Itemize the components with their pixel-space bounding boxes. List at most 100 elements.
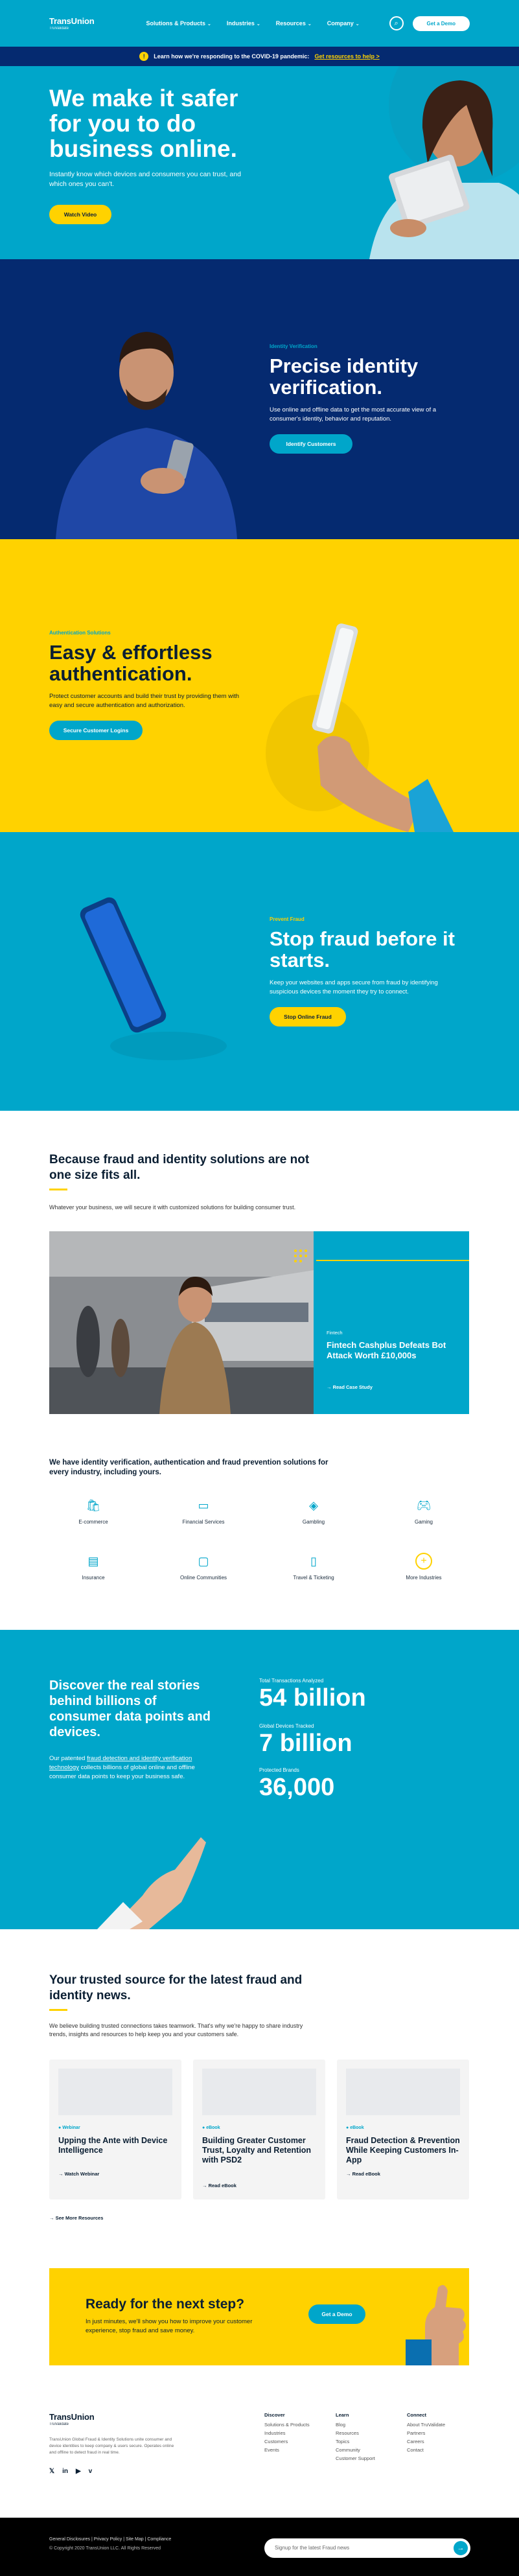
auth-description: Protect customer accounts and build thei… (49, 693, 240, 709)
covid-resources-link[interactable]: Get resources to help > (314, 53, 379, 60)
footer-link[interactable]: Careers (407, 2437, 445, 2446)
arrow-right-icon[interactable]: → (454, 2541, 468, 2555)
vimeo-icon[interactable]: v (89, 2468, 93, 2475)
case-title: Fintech Cashplus Defeats Bot Attack Wort… (327, 1340, 446, 1360)
footer-link[interactable]: About TruValidate (407, 2420, 445, 2429)
industry-more[interactable]: + More Industries (385, 1553, 463, 1581)
nav-industries[interactable]: Industries ⌄ (227, 20, 260, 27)
luggage-icon: ▯ (310, 1554, 317, 1568)
industry-travel[interactable]: ▯ Travel & Ticketing (275, 1553, 352, 1581)
news-tag: ● eBook (346, 2126, 364, 2130)
auth-title: Easy & effortless authentication. (49, 641, 213, 685)
footer-link[interactable]: Community (336, 2446, 375, 2454)
stat-label-brands: Protected Brands (259, 1767, 299, 1773)
identity-title: Precise identity verification. (270, 354, 419, 399)
card-icon: ▭ (198, 1498, 209, 1512)
fits-title: Because fraud and identity solutions are… (49, 1153, 310, 1182)
document-icon: ▤ (87, 1554, 99, 1568)
hero-woman-tablet-image (369, 66, 519, 259)
thumbs-up-image (406, 2285, 466, 2365)
card-image (202, 2069, 316, 2115)
secure-logins-button[interactable]: Secure Customer Logins (49, 721, 143, 740)
identity-description: Use online and offline data to get the m… (270, 406, 437, 423)
arrow-right-icon: → (58, 2171, 65, 2177)
fraud-eyebrow: Prevent Fraud (270, 916, 305, 922)
arrow-right-icon: → (327, 1384, 333, 1390)
industry-insurance[interactable]: ▤ Insurance (54, 1553, 132, 1581)
industry-communities[interactable]: ▢ Online Communities (165, 1553, 242, 1581)
hero-section: We make it safer for you to do business … (0, 66, 519, 259)
linkedin-icon[interactable]: in (62, 2468, 68, 2475)
news-card-link[interactable]: → Read eBook (346, 2171, 380, 2177)
legal-links[interactable]: General Disclosures | Privacy Policy | S… (49, 2537, 171, 2542)
footer-col-connect: Connect About TruValidate Partners Caree… (407, 2412, 446, 2454)
see-more-resources-link[interactable]: → See More Resources (49, 2215, 103, 2221)
arrow-right-icon: → (346, 2171, 352, 2177)
footer-logo[interactable]: TransUnion TruValidate (49, 2412, 95, 2426)
gamepad-icon: 🎮︎ (416, 1498, 432, 1512)
industry-gambling[interactable]: ◈ Gambling (275, 1497, 352, 1526)
case-study-card[interactable]: Fintech Fintech Cashplus Defeats Bot Att… (49, 1231, 469, 1414)
news-card-link[interactable]: → Read eBook (202, 2183, 236, 2188)
watch-video-button[interactable]: Watch Video (49, 205, 111, 224)
news-title: Your trusted source for the latest fraud… (49, 1973, 303, 2002)
twitter-icon[interactable]: 𝕏 (49, 2468, 54, 2475)
nav-company[interactable]: Company ⌄ (327, 20, 360, 27)
info-icon: ! (139, 52, 149, 61)
footer-link[interactable]: Resources (336, 2429, 375, 2437)
chips-icon: ◈ (309, 1498, 318, 1512)
news-card-link[interactable]: → Watch Webinar (58, 2171, 99, 2177)
fits-description: Whatever your business, we will secure i… (49, 1204, 296, 1211)
nav-resources[interactable]: Resources ⌄ (276, 20, 312, 27)
footer-link[interactable]: Customer Support (336, 2454, 375, 2463)
stat-value-brands: 36,000 (259, 1774, 335, 1801)
logo[interactable]: TransUnion TruValidate (49, 16, 95, 30)
search-icon[interactable]: ⌕ (389, 16, 404, 30)
industry-gaming[interactable]: 🎮︎ Gaming (385, 1497, 463, 1526)
cta-banner: Ready for the next step? In just minutes… (49, 2268, 469, 2365)
cta-demo-button[interactable]: Get a Demo (308, 2304, 365, 2324)
industry-financial[interactable]: ▭ Financial Services (165, 1497, 242, 1526)
fraud-section: Prevent Fraud Stop fraud before it start… (0, 832, 519, 1111)
stat-label-devices: Global Devices Tracked (259, 1723, 314, 1729)
news-tag: ● eBook (202, 2126, 220, 2130)
news-card-ebook-inapp[interactable]: ● eBook Fraud Detection & Prevention Whi… (337, 2060, 469, 2199)
industry-ecommerce[interactable]: 🛍︎ E-commerce (54, 1497, 132, 1526)
newsletter-input[interactable]: Signup for the latest Fraud news (264, 2538, 470, 2558)
case-study-link[interactable]: → Read Case Study (327, 1384, 373, 1390)
bag-icon: 🛍︎ (86, 1498, 101, 1512)
footer-link[interactable]: Blog (336, 2420, 375, 2429)
industries-title: We have identity verification, authentic… (49, 1459, 329, 1476)
arrow-right-icon: → (202, 2183, 209, 2188)
youtube-icon[interactable]: ▶ (76, 2468, 81, 2475)
news-card-title: Building Greater Customer Trust, Loyalty… (202, 2136, 312, 2164)
footer-link[interactable]: Partners (407, 2429, 445, 2437)
authentication-section: Authentication Solutions Easy & effortle… (0, 539, 519, 832)
stop-fraud-button[interactable]: Stop Online Fraud (270, 1007, 346, 1027)
news-description: We believe building trusted connections … (49, 2023, 303, 2037)
get-demo-button[interactable]: Get a Demo (412, 16, 470, 31)
nav-solutions[interactable]: Solutions & Products ⌄ (146, 20, 211, 27)
identity-eyebrow: Identity Verification (270, 343, 317, 349)
chevron-down-icon: ⌄ (207, 22, 211, 27)
footer-link[interactable]: Industries (264, 2429, 310, 2437)
news-card-ebook-psd2[interactable]: ● eBook Building Greater Customer Trust,… (193, 2060, 325, 2199)
hand-tablet-image (266, 623, 454, 832)
stats-description: Our patented fraud detection and identit… (49, 1755, 195, 1780)
cta-description: In just minutes, we'll show you how to i… (86, 2318, 253, 2334)
footer-about: TransUnion Global Fraud & Identity Solut… (49, 2437, 174, 2455)
footer-link[interactable]: Events (264, 2446, 310, 2454)
auth-eyebrow: Authentication Solutions (49, 630, 111, 636)
footer-link[interactable]: Customers (264, 2437, 310, 2446)
copyright: © Copyright 2020 TransUnion LLC. All Rig… (49, 2546, 161, 2551)
news-card-webinar[interactable]: ● Webinar Upping the Ante with Device In… (49, 2060, 181, 2199)
footer-link[interactable]: Solutions & Products (264, 2420, 310, 2429)
footer-link[interactable]: Contact (407, 2446, 445, 2454)
stat-value-transactions: 54 billion (259, 1684, 366, 1712)
footer-link[interactable]: Topics (336, 2437, 375, 2446)
arrow-right-icon: → (49, 2215, 56, 2221)
stat-value-devices: 7 billion (259, 1730, 352, 1757)
identify-customers-button[interactable]: Identify Customers (270, 434, 352, 454)
fraud-title: Stop fraud before it starts. (270, 927, 455, 971)
chevron-down-icon: ⌄ (355, 22, 360, 27)
